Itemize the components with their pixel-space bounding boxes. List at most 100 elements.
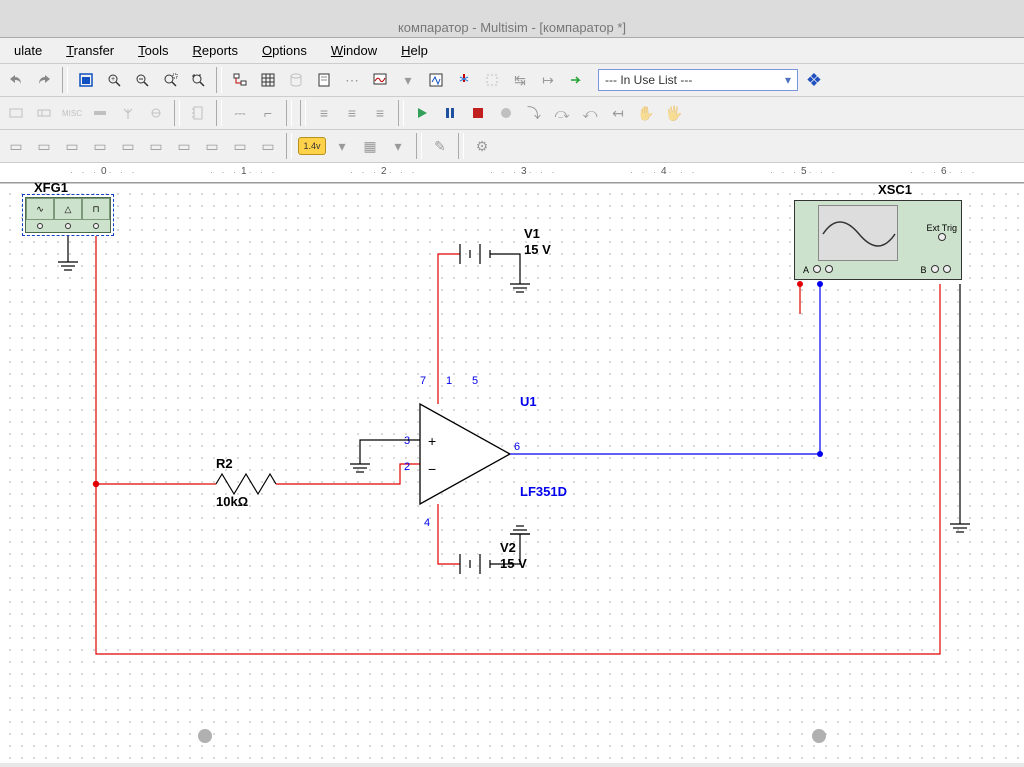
measure-icon[interactable]: ⚙: [470, 134, 494, 158]
schematic-canvas[interactable]: XFG1 ∿ △ ⊓ XSC1 Ext Trig A B: [0, 183, 1024, 763]
menu-transfer[interactable]: Transfer: [56, 39, 124, 62]
step-back-icon[interactable]: ↤: [606, 101, 630, 125]
svg-text:7: 7: [420, 375, 426, 387]
zoom-area-icon[interactable]: [158, 68, 182, 92]
stop-icon[interactable]: [466, 101, 490, 125]
triangle-wave-icon: △: [54, 198, 82, 220]
ch-a-minus[interactable]: [825, 265, 833, 273]
slider2-icon[interactable]: ≡: [340, 101, 364, 125]
dropdown-icon[interactable]: ▾: [396, 68, 420, 92]
svg-text:+: +: [111, 76, 115, 83]
ruler-mark: 4: [630, 166, 698, 177]
xsc-label: XSC1: [878, 182, 912, 197]
step-over-icon[interactable]: ⤼: [550, 101, 574, 125]
menu-reports[interactable]: Reports: [183, 39, 249, 62]
v2-value: 15 V: [500, 556, 527, 571]
postproc-icon[interactable]: [424, 68, 448, 92]
ch-b-plus[interactable]: [931, 265, 939, 273]
in-use-list-dropdown[interactable]: --- In Use List --- ▾: [598, 69, 798, 91]
slider3-icon[interactable]: ≡: [368, 101, 392, 125]
ruler-mark: 0: [70, 166, 138, 177]
ruler-mark: 2: [350, 166, 418, 177]
hand-icon[interactable]: ✋: [634, 101, 658, 125]
inst4-icon[interactable]: ▭: [88, 134, 112, 158]
place-diode-icon[interactable]: [144, 101, 168, 125]
probe-icon[interactable]: ✎: [428, 134, 452, 158]
ext-trig-terminal[interactable]: [938, 233, 946, 241]
toolbar-components: MISC ⎓ ⌐ ≡ ≡ ≡ ⤵ ⤼ ⤺ ↤ ✋ 🖐: [0, 97, 1024, 130]
inst2-icon[interactable]: ▭: [32, 134, 56, 158]
function-generator[interactable]: ∿ △ ⊓: [22, 194, 114, 236]
ext-trig-label: Ext Trig: [926, 223, 957, 233]
place-misc-icon[interactable]: MISC: [60, 101, 84, 125]
inst5-icon[interactable]: ▭: [116, 134, 140, 158]
redo-icon[interactable]: [32, 68, 56, 92]
inst8-icon[interactable]: ▭: [200, 134, 224, 158]
run-icon[interactable]: [410, 101, 434, 125]
inst10-icon[interactable]: ▭: [256, 134, 280, 158]
u1-part: LF351D: [520, 484, 567, 499]
pause-icon[interactable]: [438, 101, 462, 125]
svg-text:2: 2: [404, 461, 410, 473]
spreadsheet-icon[interactable]: [256, 68, 280, 92]
scope-screen: [818, 205, 898, 261]
hand2-icon[interactable]: 🖐: [662, 101, 686, 125]
back-annotate-icon[interactable]: ↹: [508, 68, 532, 92]
inst9-icon[interactable]: ▭: [228, 134, 252, 158]
ch-b-label: B: [920, 265, 926, 275]
database-icon[interactable]: [284, 68, 308, 92]
square-wave-icon: ⊓: [82, 198, 110, 220]
ruler-mark: 5: [770, 166, 838, 177]
help-icon[interactable]: ❖: [802, 68, 826, 92]
select-rect-icon[interactable]: [480, 68, 504, 92]
inst-dd-icon[interactable]: ▾: [330, 134, 354, 158]
place-antenna-icon[interactable]: [116, 101, 140, 125]
v1-name: V1: [524, 226, 540, 241]
v2-name: V2: [500, 540, 516, 555]
voltage-badge[interactable]: 1.4v: [298, 137, 326, 155]
menu-tools[interactable]: Tools: [128, 39, 178, 62]
zoom-out-icon[interactable]: [130, 68, 154, 92]
oscilloscope[interactable]: Ext Trig A B: [794, 200, 962, 280]
step-out-icon[interactable]: ⤺: [578, 101, 602, 125]
inst3-icon[interactable]: ▭: [60, 134, 84, 158]
svg-text:5: 5: [472, 375, 478, 387]
svg-text:1: 1: [446, 375, 452, 387]
zoom-fit-icon[interactable]: [186, 68, 210, 92]
bus-icon[interactable]: ⎓: [228, 101, 252, 125]
grapher-icon[interactable]: [368, 68, 392, 92]
u1-name: U1: [520, 394, 537, 409]
ch-b-minus[interactable]: [943, 265, 951, 273]
inst1-icon[interactable]: ▭: [4, 134, 28, 158]
chevron-down-icon: ▾: [785, 73, 791, 87]
zoom-in-icon[interactable]: +: [102, 68, 126, 92]
inst11-icon[interactable]: ▦: [358, 134, 382, 158]
window-title: компаратор - Multisim - [компаратор *]: [398, 20, 626, 35]
inst6-icon[interactable]: ▭: [144, 134, 168, 158]
place-rf-icon[interactable]: [88, 101, 112, 125]
r2-value: 10kΩ: [216, 494, 248, 509]
sheet-icon[interactable]: [312, 68, 336, 92]
full-screen-icon[interactable]: [74, 68, 98, 92]
record-icon[interactable]: [494, 101, 518, 125]
tool-a-icon[interactable]: ⋯: [340, 68, 364, 92]
erc-icon[interactable]: [452, 68, 476, 92]
menu-simulate[interactable]: ulate: [4, 39, 52, 62]
menu-options[interactable]: Options: [252, 39, 317, 62]
slider1-icon[interactable]: ≡: [312, 101, 336, 125]
hierarchy-icon[interactable]: [228, 68, 252, 92]
place-source-icon[interactable]: [4, 101, 28, 125]
menu-help[interactable]: Help: [391, 39, 438, 62]
transfer-icon[interactable]: [564, 68, 588, 92]
place-basic-icon[interactable]: [32, 101, 56, 125]
undo-icon[interactable]: [4, 68, 28, 92]
v1-value: 15 V: [524, 242, 551, 257]
place-ic-icon[interactable]: [186, 101, 210, 125]
step-into-icon[interactable]: ⤵: [522, 101, 546, 125]
menu-window[interactable]: Window: [321, 39, 387, 62]
inst7-icon[interactable]: ▭: [172, 134, 196, 158]
junction-icon[interactable]: ⌐: [256, 101, 280, 125]
ch-a-plus[interactable]: [813, 265, 821, 273]
inst-dd2-icon[interactable]: ▾: [386, 134, 410, 158]
forward-annotate-icon[interactable]: ↦: [536, 68, 560, 92]
